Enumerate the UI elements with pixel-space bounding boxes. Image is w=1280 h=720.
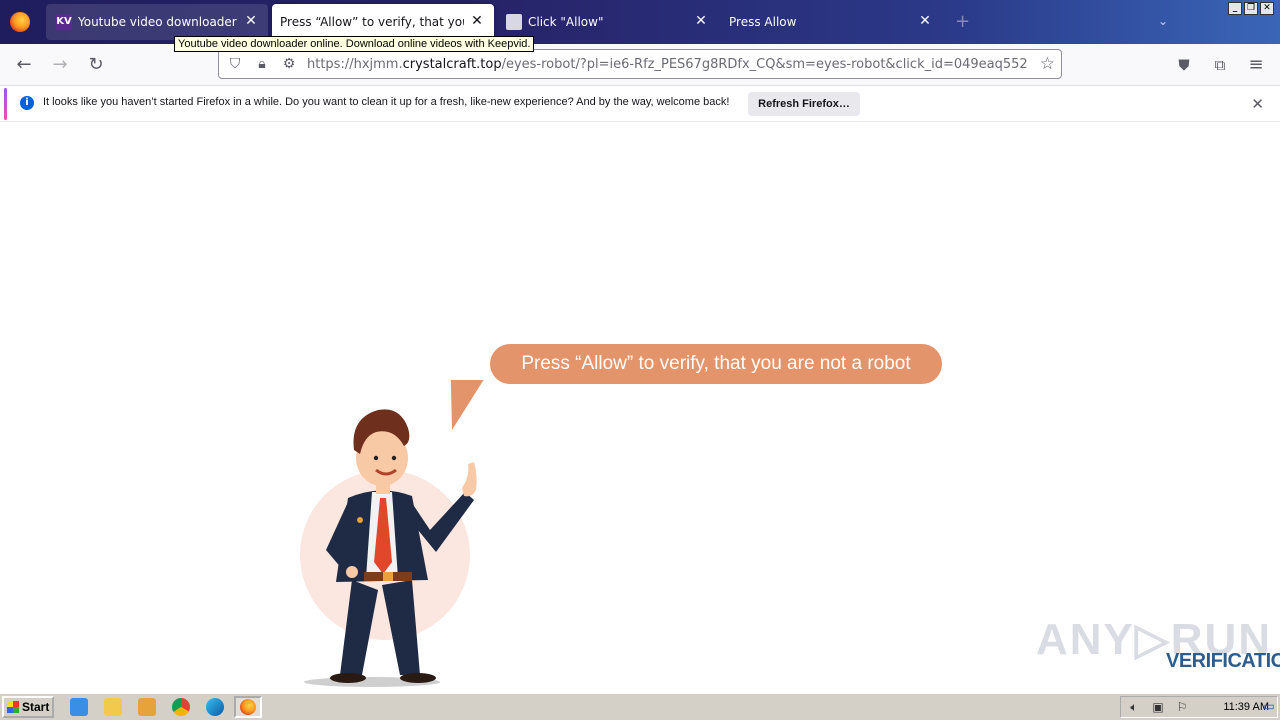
bubble-tail: [450, 380, 484, 430]
close-icon[interactable]: ✕: [1251, 95, 1264, 113]
pointing-hand: [462, 462, 477, 497]
refresh-firefox-button[interactable]: Refresh Firefox…: [748, 92, 860, 116]
tab-tooltip: Youtube video downloader online. Downloa…: [174, 36, 535, 52]
url-host: crystalcraft.top: [402, 57, 502, 72]
speech-bubble: Press “Allow” to verify, that you are no…: [490, 344, 942, 384]
permissions-icon[interactable]: ⚙: [281, 56, 297, 72]
left-hand: [346, 566, 358, 578]
reload-icon[interactable]: ↻: [84, 54, 108, 76]
media-player-icon[interactable]: [138, 698, 156, 716]
lapel-pin: [357, 517, 363, 523]
info-icon: i: [20, 96, 34, 110]
robot-icon: [506, 14, 522, 30]
tab-keepvid[interactable]: KV Youtube video downloader online. Down…: [46, 4, 268, 40]
url-scheme: https://hxjmm.: [307, 57, 403, 72]
right-eye: [391, 455, 397, 461]
new-tab-button[interactable]: +: [955, 12, 970, 32]
notification-message: It looks like you haven’t started Firefo…: [43, 96, 730, 108]
start-button[interactable]: Start: [2, 696, 54, 718]
chrome-icon[interactable]: [172, 698, 190, 716]
shield-icon[interactable]: ⛉: [227, 56, 243, 72]
right-shoe: [400, 673, 436, 683]
notification-bar: i It looks like you haven’t started Fire…: [0, 86, 1280, 122]
tab-press-allow[interactable]: Press Allow ✕: [720, 4, 942, 40]
bookmark-star-icon[interactable]: ☆: [1040, 54, 1055, 74]
action-center-flag-icon[interactable]: ⚐: [1175, 700, 1189, 714]
watermark-verification: VERIFICATION: [1166, 650, 1280, 672]
close-icon[interactable]: ✕: [694, 14, 708, 28]
left-shoe: [330, 673, 366, 683]
tab-click-allow[interactable]: Click "Allow" ✕: [496, 4, 718, 40]
left-eye: [373, 455, 379, 461]
menu-hamburger-icon[interactable]: ≡: [1244, 54, 1268, 76]
firefox-taskbar-button[interactable]: [234, 696, 262, 718]
system-tray: 🔈︎ ▣ ⚐ 11:39 AM: [1120, 696, 1278, 718]
forward-arrow-icon[interactable]: →: [48, 54, 72, 76]
internet-explorer-icon[interactable]: [70, 698, 88, 716]
anyrun-watermark: ANY▷RUN VERIFICATION: [1036, 610, 1280, 680]
back-arrow-icon[interactable]: ←: [12, 54, 36, 76]
restore-button[interactable]: ❐: [1244, 2, 1258, 15]
tab-label: Press “Allow” to verify, that you are no…: [280, 15, 464, 29]
address-bar[interactable]: ⛉ 🔒︎ ⚙ https://hxjmm.crystalcraft.top/ey…: [218, 49, 1062, 79]
edge-icon[interactable]: [206, 698, 224, 716]
url-text[interactable]: https://hxjmm.crystalcraft.top/eyes-robo…: [307, 57, 1027, 72]
extensions-icon[interactable]: ⧉: [1208, 54, 1232, 76]
pocket-icon[interactable]: ⛊: [1172, 54, 1196, 76]
close-icon[interactable]: ✕: [470, 14, 484, 28]
tab-press-allow-active[interactable]: Press “Allow” to verify, that you are no…: [272, 4, 494, 40]
windows-flag-icon: [7, 701, 19, 713]
volume-icon[interactable]: 🔈︎: [1127, 700, 1141, 714]
notification-accent: [4, 88, 7, 120]
lock-icon[interactable]: 🔒︎: [254, 56, 270, 72]
tab-label: Press Allow: [729, 15, 797, 29]
show-desktop-icon[interactable]: ▭: [1262, 699, 1276, 713]
start-label: Start: [22, 700, 50, 714]
keepvid-icon: KV: [56, 14, 72, 30]
firefox-logo-icon[interactable]: [10, 12, 30, 32]
belt-buckle: [383, 572, 393, 581]
url-path: /eyes-robot/?pl=ie6-Rfz_PES67g8RDfx_CQ&s…: [501, 57, 1027, 72]
businessman-illustration: [300, 380, 484, 687]
close-window-button[interactable]: ✕: [1260, 2, 1274, 15]
close-icon[interactable]: ✕: [918, 14, 932, 28]
tab-label: Youtube video downloader online. Downloa…: [78, 15, 238, 29]
tab-label: Click "Allow": [528, 15, 604, 29]
close-icon[interactable]: ✕: [244, 14, 258, 28]
list-all-tabs-chevron-icon[interactable]: ⌄: [1158, 14, 1168, 28]
firefox-icon: [240, 699, 256, 715]
file-explorer-icon[interactable]: [104, 698, 122, 716]
windows-taskbar: Start 🔈︎ ▣ ⚐ 11:39 AM ▭: [0, 693, 1280, 720]
minimize-button[interactable]: _: [1228, 2, 1242, 15]
network-icon[interactable]: ▣: [1151, 700, 1165, 714]
